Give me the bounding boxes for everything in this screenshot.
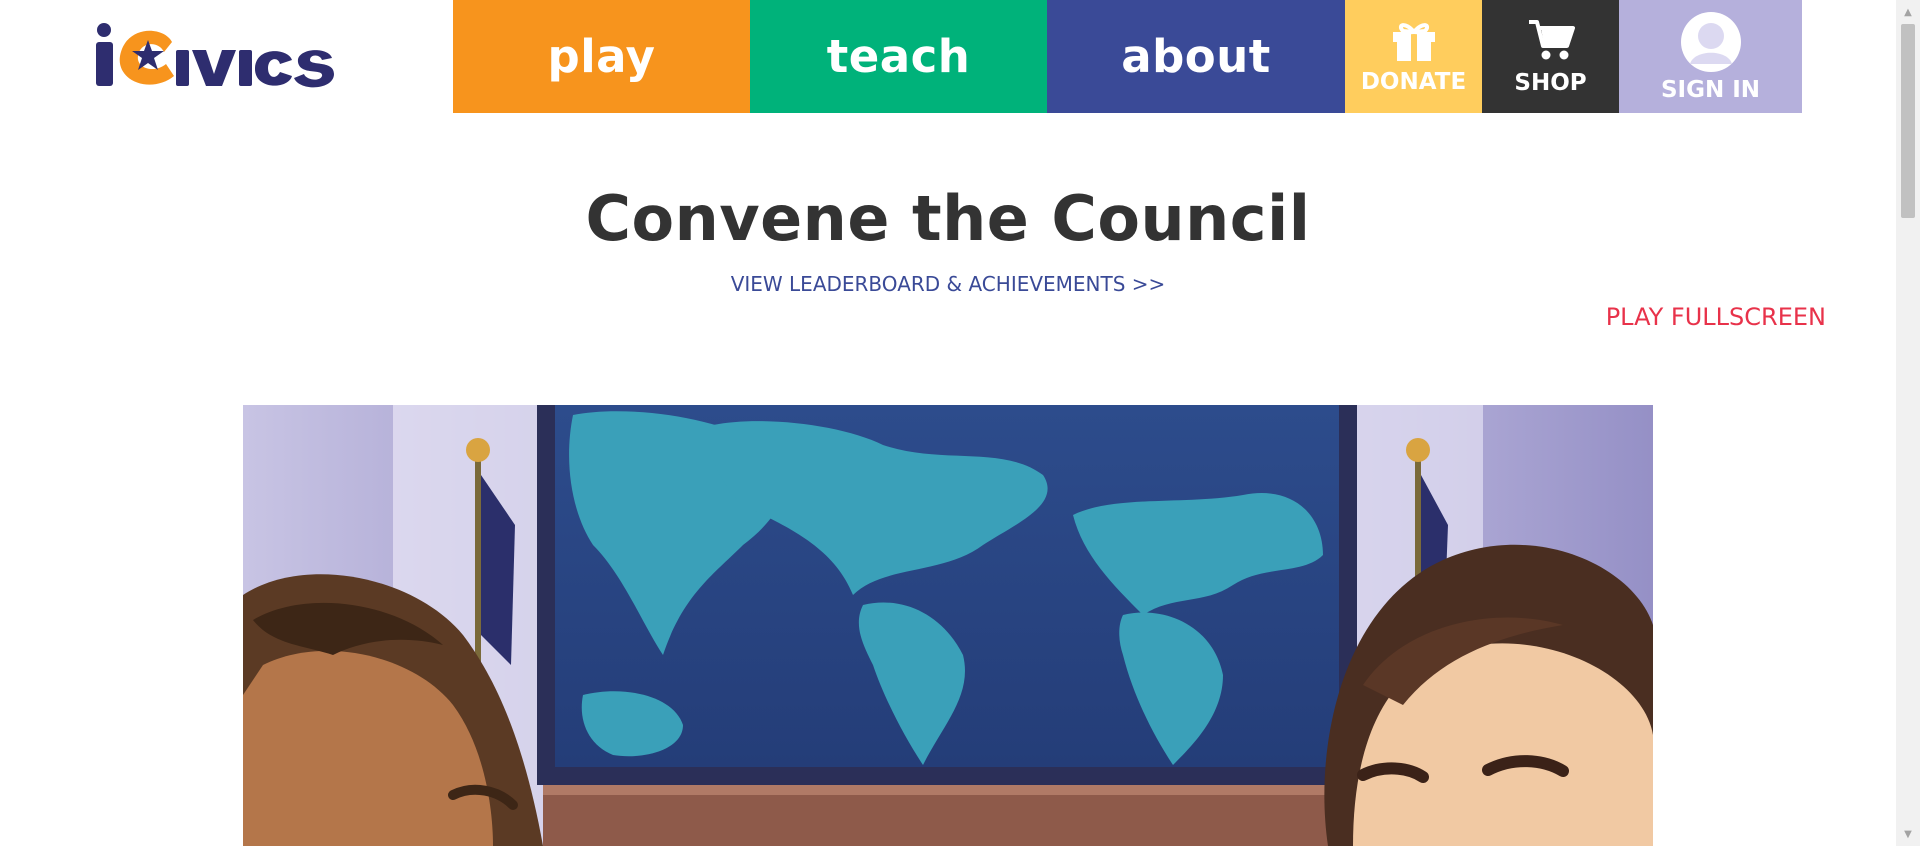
nav-about[interactable]: about <box>1047 0 1345 113</box>
nav-teach-label: teach <box>826 30 971 83</box>
scroll-up-arrow-icon[interactable]: ▲ <box>1896 0 1920 24</box>
page-title: Convene the Council <box>585 182 1311 255</box>
icivics-logo[interactable] <box>92 20 374 90</box>
game-scene-illustration <box>243 405 1653 846</box>
nav-teach[interactable]: teach <box>750 0 1047 113</box>
nav-donate[interactable]: DONATE <box>1345 0 1482 113</box>
game-canvas[interactable] <box>243 405 1653 846</box>
scroll-down-arrow-icon[interactable]: ▼ <box>1896 822 1920 846</box>
cart-icon <box>1528 19 1575 59</box>
main-nav: play teach about DONATE SHOP SIGN IN <box>453 0 1802 113</box>
nav-sign-in[interactable]: SIGN IN <box>1619 0 1802 113</box>
play-fullscreen-link[interactable]: PLAY FULLSCREEN <box>1606 303 1826 331</box>
user-avatar-icon <box>1680 11 1741 72</box>
nav-play[interactable]: play <box>453 0 750 113</box>
nav-play-label: play <box>547 30 656 83</box>
nav-shop-label: SHOP <box>1514 69 1587 96</box>
icivics-logo-mark <box>96 23 334 88</box>
nav-about-label: about <box>1121 30 1271 83</box>
nav-donate-label: DONATE <box>1360 68 1467 95</box>
page-scrollbar[interactable]: ▲ ▼ <box>1896 0 1920 846</box>
gift-icon <box>1392 22 1435 61</box>
nav-shop[interactable]: SHOP <box>1482 0 1619 113</box>
leaderboard-link[interactable]: VIEW LEADERBOARD & ACHIEVEMENTS >> <box>0 272 1896 296</box>
nav-sign-in-label: SIGN IN <box>1660 76 1761 103</box>
scrollbar-thumb[interactable] <box>1901 24 1915 218</box>
